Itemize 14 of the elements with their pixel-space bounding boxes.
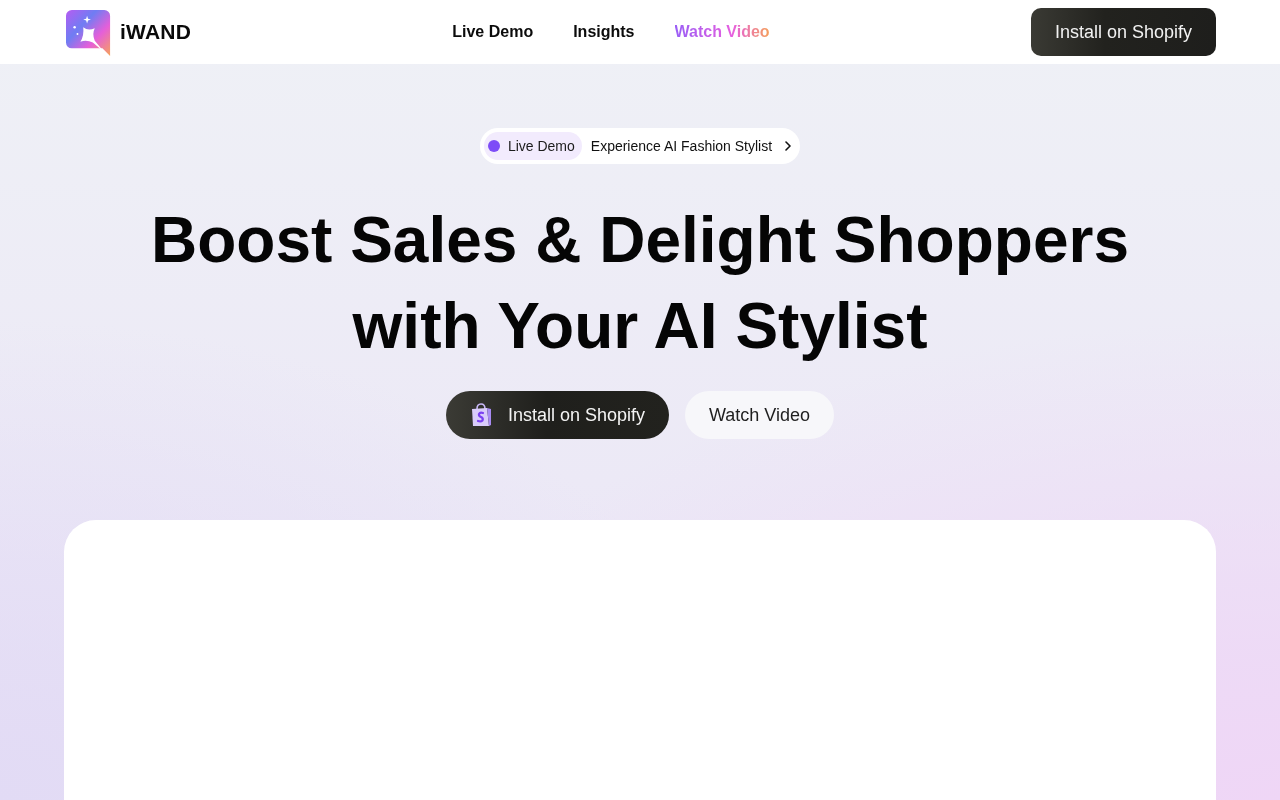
status-dot-icon	[487, 140, 500, 152]
logo-wordmark[interactable]: iWAND	[120, 20, 191, 44]
shopping-bag-icon	[469, 403, 492, 427]
tag-label: Live Demo	[507, 138, 575, 154]
nav-link[interactable]: Live Demo	[452, 23, 534, 41]
announcement-pill[interactable]: Live Demo Experience AI Fashion Stylist	[479, 128, 801, 164]
watch-video-button[interactable]: Watch Video	[685, 391, 835, 439]
announcement-text: Experience AI Fashion Stylist	[590, 138, 773, 154]
hero-heading: Boost Sales & Delight Shoppers with Your AI Stylist	[150, 203, 1130, 364]
chevron-right-icon	[785, 141, 792, 151]
nav-link[interactable]: Insights	[573, 23, 635, 41]
install-button[interactable]: Install on Shopify	[1030, 8, 1216, 56]
install-button[interactable]: Install on Shopify	[445, 391, 669, 439]
logo-icon[interactable]	[66, 10, 112, 56]
